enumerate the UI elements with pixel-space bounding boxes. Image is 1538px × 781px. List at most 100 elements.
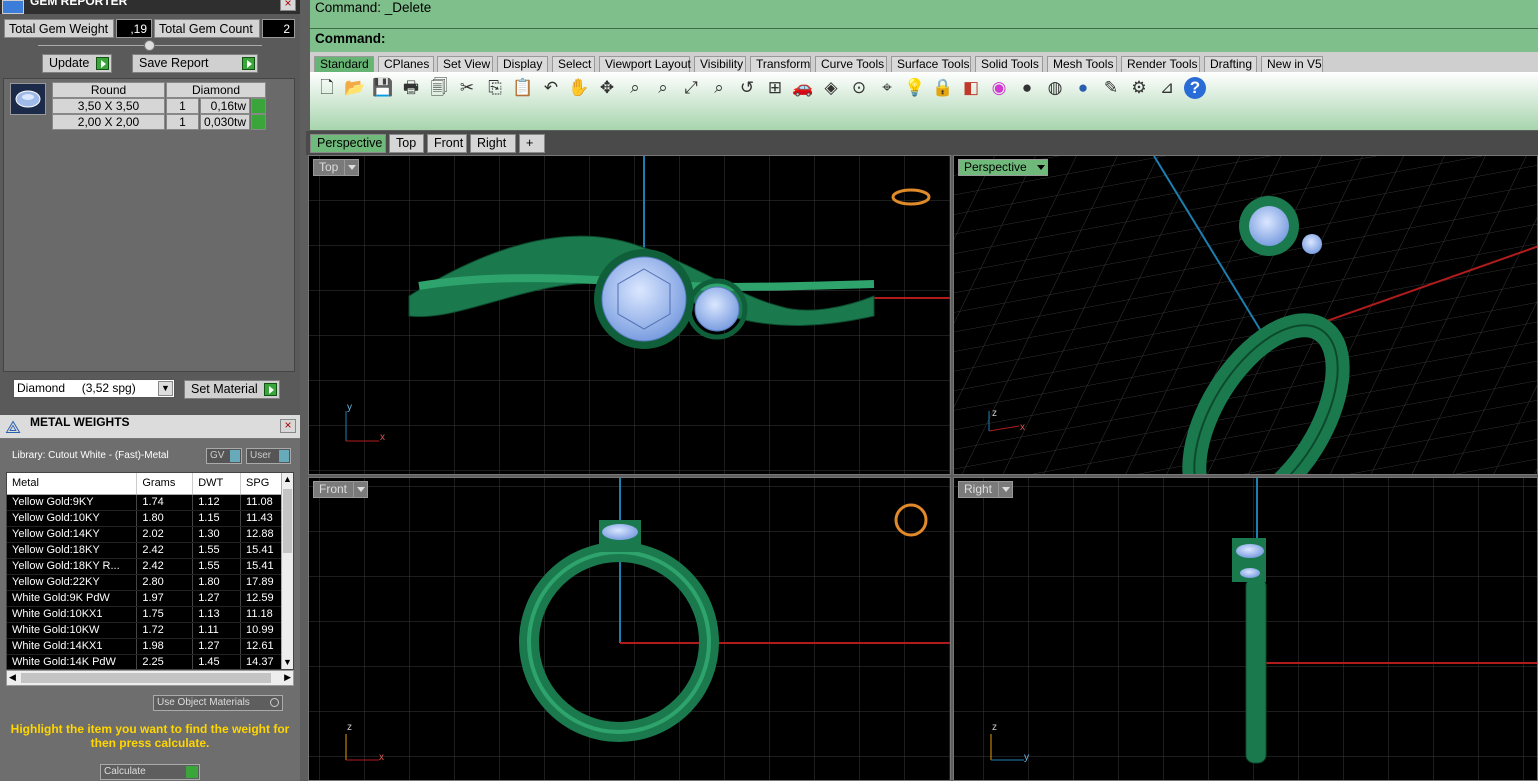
column-header-grams[interactable]: Grams	[136, 473, 194, 495]
lightbulb-icon[interactable]: 💡	[904, 77, 926, 99]
toolbar-tab-viewport-layout[interactable]: Viewport Layout	[599, 56, 691, 72]
help-icon[interactable]: ?	[1184, 77, 1206, 99]
scroll-up-icon[interactable]: ▲	[283, 474, 292, 484]
chevron-down-icon[interactable]	[353, 482, 367, 497]
add-viewport-tab[interactable]: +	[519, 134, 545, 153]
column-header-spg[interactable]: SPG	[240, 473, 283, 495]
scroll-thumb[interactable]	[21, 673, 271, 683]
chevron-down-icon[interactable]: ▼	[158, 381, 173, 396]
four-viewports-icon[interactable]: ⊞	[764, 77, 786, 99]
lock-icon[interactable]: 🔒	[932, 77, 954, 99]
viewport-label-top[interactable]: Top	[313, 159, 360, 176]
scroll-thumb[interactable]	[283, 489, 292, 553]
table-row[interactable]: Yellow Gold:10KY 1.80 1.15 11.43	[7, 510, 283, 527]
save-report-button[interactable]: Save Report	[132, 54, 258, 73]
ortho-icon[interactable]: ⊙	[848, 77, 870, 99]
color-wheel-icon[interactable]: ◉	[988, 77, 1010, 99]
new-icon[interactable]: 🗋	[316, 77, 338, 99]
options-gear-icon[interactable]: ⚙	[1128, 77, 1150, 99]
scroll-left-icon[interactable]: ◀	[9, 672, 16, 683]
table-row[interactable]: White Gold:14K PdW 2.25 1.45 14.37	[7, 654, 283, 669]
chevron-down-icon[interactable]	[998, 482, 1012, 497]
close-icon[interactable]: ×	[280, 419, 296, 433]
car-icon[interactable]: 🚗	[792, 77, 814, 99]
table-row[interactable]: Yellow Gold:9KY 1.74 1.12 11.08	[7, 494, 283, 511]
calculate-button[interactable]: Calculate	[100, 764, 200, 780]
material-select[interactable]: Diamond (3,52 spg) ▼	[13, 379, 175, 398]
viewport-tab-perspective[interactable]: Perspective	[310, 134, 386, 153]
viewport-top[interactable]: Top y x	[308, 155, 951, 475]
cut-icon[interactable]: ✂	[456, 77, 478, 99]
viewport-tab-front[interactable]: Front	[427, 134, 467, 153]
metal-table[interactable]: Metal Grams DWT SPG Yellow Gold:9KY 1.74 1.12…	[6, 472, 294, 670]
horizontal-scrollbar[interactable]: ◀ ▶	[6, 670, 294, 686]
zoom-icon[interactable]: ⌕	[624, 77, 646, 99]
toolbar-tab-render-tools[interactable]: Render Tools	[1121, 56, 1200, 72]
zoom-window-icon[interactable]: ⌕	[652, 77, 674, 99]
viewport-right[interactable]: Right z y	[953, 477, 1538, 781]
toolbar-tab-new-in-v5[interactable]: New in V5	[1261, 56, 1323, 72]
table-row[interactable]: Yellow Gold:22KY 2.80 1.80 17.89	[7, 574, 283, 591]
toolbar-tab-set-view[interactable]: Set View	[437, 56, 493, 72]
column-header-metal[interactable]: Metal	[7, 473, 138, 495]
scroll-right-icon[interactable]: ▶	[284, 672, 291, 683]
use-object-materials-toggle[interactable]: Use Object Materials	[153, 695, 283, 711]
viewport-tab-top[interactable]: Top	[389, 134, 424, 153]
toolbar-tab-curve-tools[interactable]: Curve Tools	[815, 56, 887, 72]
layer-icon[interactable]: ◧	[960, 77, 982, 99]
gem-select-icon[interactable]	[251, 114, 266, 130]
toolbar-tab-display[interactable]: Display	[497, 56, 548, 72]
table-row[interactable]: Yellow Gold:14KY 2.02 1.30 12.88	[7, 526, 283, 543]
viewport-front[interactable]: Front z x	[308, 477, 951, 781]
column-header-dwt[interactable]: DWT	[192, 473, 242, 495]
toolbar-tab-transform[interactable]: Transform	[750, 56, 811, 72]
material-sphere-icon[interactable]: ●	[1072, 77, 1094, 99]
toolbar-tab-standard[interactable]: Standard	[314, 56, 374, 72]
close-icon[interactable]: ×	[280, 0, 296, 11]
viewport-perspective[interactable]: Perspective z x	[953, 155, 1538, 475]
open-icon[interactable]: 📂	[344, 77, 366, 99]
toolbar-tab-solid-tools[interactable]: Solid Tools	[975, 56, 1043, 72]
set-material-button[interactable]: Set Material	[184, 380, 280, 399]
print-icon[interactable]: 🖶	[400, 77, 422, 99]
dimension-icon[interactable]: ⊿	[1156, 77, 1178, 99]
viewport-tab-right[interactable]: Right	[470, 134, 516, 153]
vertical-scrollbar[interactable]: ▲ ▼	[281, 473, 293, 669]
rotate-view-icon[interactable]: ✥	[596, 77, 618, 99]
rendered-sphere-icon[interactable]: ◍	[1044, 77, 1066, 99]
command-prompt[interactable]: Command:	[315, 31, 386, 46]
copy-icon[interactable]: ⎘	[484, 77, 506, 99]
gem-thumbnail[interactable]	[10, 83, 46, 115]
save-icon[interactable]: 💾	[372, 77, 394, 99]
snap-icon[interactable]: ⌖	[876, 77, 898, 99]
scroll-down-icon[interactable]: ▼	[283, 657, 292, 667]
pan-icon[interactable]: ✋	[568, 77, 590, 99]
zoom-extents-icon[interactable]: ⤢	[680, 77, 702, 99]
table-row[interactable]: Yellow Gold:18KY R... 2.42 1.55 15.41	[7, 558, 283, 575]
table-row[interactable]: White Gold:9K PdW 1.97 1.27 12.59	[7, 590, 283, 607]
viewport-label-perspective[interactable]: Perspective	[958, 159, 1048, 176]
user-toggle[interactable]: User	[246, 448, 291, 464]
highlighter-icon[interactable]: ✎	[1100, 77, 1122, 99]
gv-toggle[interactable]: GV	[206, 448, 242, 464]
undo-icon[interactable]: ↶	[540, 77, 562, 99]
paste-icon[interactable]: 📋	[512, 77, 534, 99]
toolbar-tab-surface-tools[interactable]: Surface Tools	[891, 56, 971, 72]
table-row[interactable]: Yellow Gold:18KY 2.42 1.55 15.41	[7, 542, 283, 559]
gem-select-icon[interactable]	[251, 98, 266, 114]
viewport-label-right[interactable]: Right	[958, 481, 1014, 498]
undo-view-icon[interactable]: ↺	[736, 77, 758, 99]
toolbar-tab-drafting[interactable]: Drafting	[1204, 56, 1257, 72]
chevron-down-icon[interactable]	[344, 160, 358, 175]
viewport-label-front[interactable]: Front	[313, 481, 369, 498]
named-view-icon[interactable]: ◈	[820, 77, 842, 99]
table-row[interactable]: White Gold:10KX1 1.75 1.13 11.18	[7, 606, 283, 623]
table-row[interactable]: White Gold:14KX1 1.98 1.27 12.61	[7, 638, 283, 655]
zoom-selected-icon[interactable]: ⌕	[708, 77, 730, 99]
toolbar-tab-select[interactable]: Select	[552, 56, 595, 72]
toolbar-tab-mesh-tools[interactable]: Mesh Tools	[1047, 56, 1117, 72]
toolbar-tab-cplanes[interactable]: CPlanes	[378, 56, 434, 72]
command-area[interactable]: Command: _Delete Command:	[310, 0, 1538, 52]
collapse-icon[interactable]	[144, 40, 155, 51]
toolbar-tab-visibility[interactable]: Visibility	[694, 56, 746, 72]
